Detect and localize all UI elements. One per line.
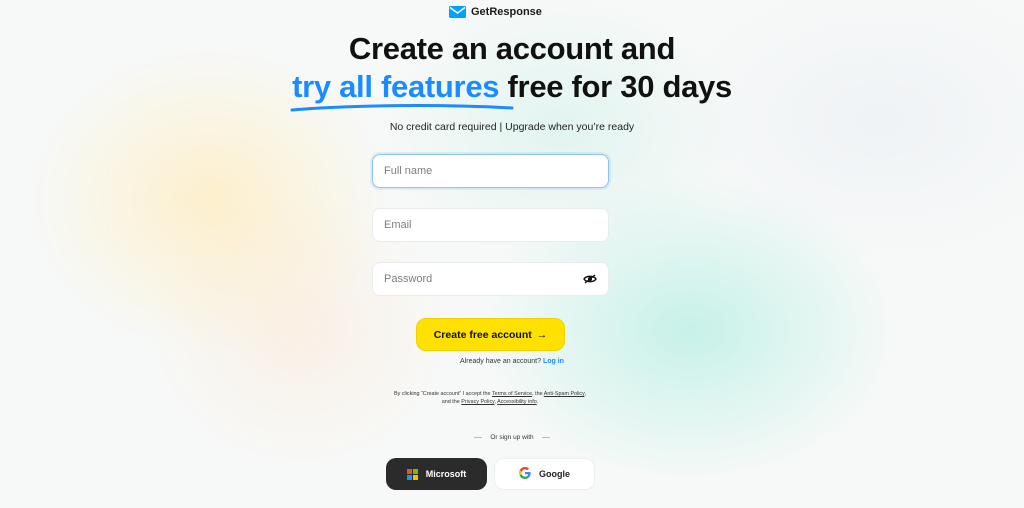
accessibility-link[interactable]: Accessibility info bbox=[497, 399, 537, 405]
social-divider: Or sign up with bbox=[0, 434, 1024, 441]
microsoft-signup-button[interactable]: Microsoft bbox=[386, 458, 487, 490]
signup-page: GetResponse Create an account and try al… bbox=[0, 0, 1024, 508]
legal-text-1: By clicking “Create account” I accept th… bbox=[394, 391, 492, 397]
email-field[interactable] bbox=[372, 208, 609, 242]
legal-notice: By clicking “Create account” I accept th… bbox=[390, 390, 590, 406]
divider-line-left bbox=[474, 437, 483, 438]
divider-line-right bbox=[541, 437, 550, 438]
google-logo-icon bbox=[519, 467, 531, 481]
full-name-input[interactable] bbox=[384, 165, 597, 177]
email-input[interactable] bbox=[384, 219, 597, 231]
divider-label: Or sign up with bbox=[490, 434, 534, 441]
envelope-logo-icon bbox=[449, 6, 466, 18]
password-input[interactable] bbox=[384, 273, 583, 285]
headline-rest: free for 30 days bbox=[499, 69, 733, 104]
microsoft-logo-icon bbox=[406, 468, 418, 480]
antispam-link[interactable]: Anti-Spam Policy bbox=[544, 391, 585, 397]
create-account-button[interactable]: Create free account → bbox=[416, 318, 565, 351]
underline-swoosh-icon bbox=[290, 104, 514, 112]
full-name-field[interactable] bbox=[372, 154, 609, 188]
password-field[interactable] bbox=[372, 262, 609, 296]
brand-logo[interactable]: GetResponse bbox=[449, 6, 542, 18]
page-subtitle: No credit card required | Upgrade when y… bbox=[389, 121, 635, 133]
eye-icon[interactable] bbox=[582, 271, 597, 287]
brand-name: GetResponse bbox=[471, 6, 542, 18]
privacy-link[interactable]: Privacy Policy bbox=[461, 399, 494, 405]
create-account-label: Create free account bbox=[433, 328, 532, 341]
google-label: Google bbox=[539, 469, 570, 479]
arrow-right-icon: → bbox=[536, 328, 548, 341]
login-prompt-text: Already have an account? bbox=[460, 358, 543, 365]
legal-text-5: . bbox=[536, 399, 539, 405]
login-prompt: Already have an account? Log in bbox=[0, 358, 1024, 365]
login-link[interactable]: Log in bbox=[543, 358, 564, 365]
headline-highlight: try all features bbox=[290, 68, 514, 112]
terms-link[interactable]: Terms of Service bbox=[492, 391, 532, 397]
google-signup-button[interactable]: Google bbox=[494, 458, 595, 490]
microsoft-label: Microsoft bbox=[425, 469, 467, 479]
headline-line-2: try all features free for 30 days bbox=[0, 68, 1024, 112]
legal-text-2: , the bbox=[532, 391, 544, 397]
page-headline: Create an account and try all features f… bbox=[0, 30, 1024, 112]
headline-line-1: Create an account and bbox=[348, 31, 676, 66]
